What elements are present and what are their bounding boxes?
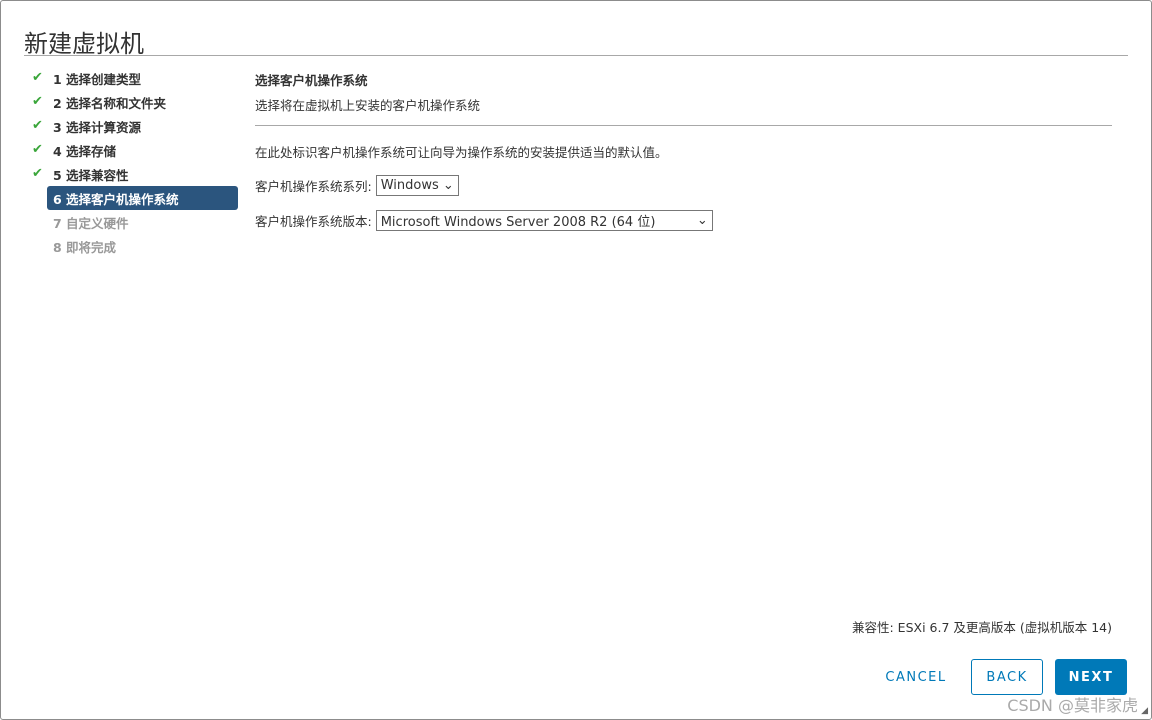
check-icon: ✔: [32, 118, 43, 133]
title-divider: [24, 55, 1128, 56]
os-family-label: 客户机操作系统系列:: [255, 179, 372, 194]
step-label: 1 选择创建类型: [53, 71, 142, 87]
os-version-select[interactable]: Microsoft Windows Server 2008 R2 (64 位) ⌄: [375, 210, 713, 231]
description: 在此处标识客户机操作系统可让向导为操作系统的安装提供适当的默认值。: [255, 145, 668, 160]
step-6-active[interactable]: 6 选择客户机操作系统: [47, 186, 238, 210]
compatibility-text: 兼容性: ESXi 6.7 及更高版本 (虚拟机版本 14): [852, 620, 1112, 635]
step-4[interactable]: ✔ 4 选择存储: [30, 138, 238, 162]
step-3[interactable]: ✔ 3 选择计算资源: [30, 114, 238, 138]
step-5[interactable]: ✔ 5 选择兼容性: [30, 162, 238, 186]
step-2[interactable]: ✔ 2 选择名称和文件夹: [30, 90, 238, 114]
step-label: 3 选择计算资源: [53, 119, 142, 135]
step-label: 5 选择兼容性: [53, 167, 129, 183]
back-button[interactable]: BACK: [971, 659, 1043, 695]
step-label: 8 即将完成: [53, 239, 117, 255]
os-version-value: Microsoft Windows Server 2008 R2 (64 位): [380, 215, 656, 230]
wizard-steps: ✔ 1 选择创建类型 ✔ 2 选择名称和文件夹 ✔ 3 选择计算资源 ✔ 4 选择存储 …: [30, 66, 238, 258]
check-icon: ✔: [32, 94, 43, 109]
step-label: 7 自定义硬件: [53, 215, 129, 231]
os-version-label: 客户机操作系统版本:: [255, 214, 372, 229]
check-icon: ✔: [32, 142, 43, 157]
section-divider: [255, 125, 1112, 126]
step-label: 2 选择名称和文件夹: [53, 95, 167, 111]
check-icon: ✔: [32, 166, 43, 181]
step-7: 7 自定义硬件: [30, 210, 238, 234]
os-version-row: 客户机操作系统版本: Microsoft Windows Server 2008…: [255, 210, 1112, 231]
chevron-down-icon: ⌄: [442, 178, 454, 193]
step-1[interactable]: ✔ 1 选择创建类型: [30, 66, 238, 90]
check-icon: ✔: [32, 70, 43, 85]
section-heading: 选择客户机操作系统: [255, 73, 368, 88]
os-family-select[interactable]: Windows ⌄: [375, 175, 459, 196]
next-button[interactable]: NEXT: [1055, 659, 1127, 695]
watermark: CSDN @莫非家虎: [1007, 696, 1138, 715]
chevron-down-icon: ⌄: [696, 213, 708, 228]
main-panel: 选择客户机操作系统 选择将在虚拟机上安装的客户机操作系统 在此处标识客户机操作系…: [255, 70, 1112, 231]
step-label: 4 选择存储: [53, 143, 117, 159]
resize-grip-icon[interactable]: ◢: [1141, 706, 1148, 716]
step-label: 6 选择客户机操作系统: [53, 191, 179, 207]
dialog-title: 新建虚拟机: [24, 30, 144, 58]
step-8: 8 即将完成: [30, 234, 238, 258]
os-family-row: 客户机操作系统系列: Windows ⌄: [255, 175, 1112, 196]
os-family-value: Windows: [380, 178, 439, 193]
cancel-button[interactable]: CANCEL: [880, 659, 952, 695]
section-subheading: 选择将在虚拟机上安装的客户机操作系统: [255, 98, 481, 113]
